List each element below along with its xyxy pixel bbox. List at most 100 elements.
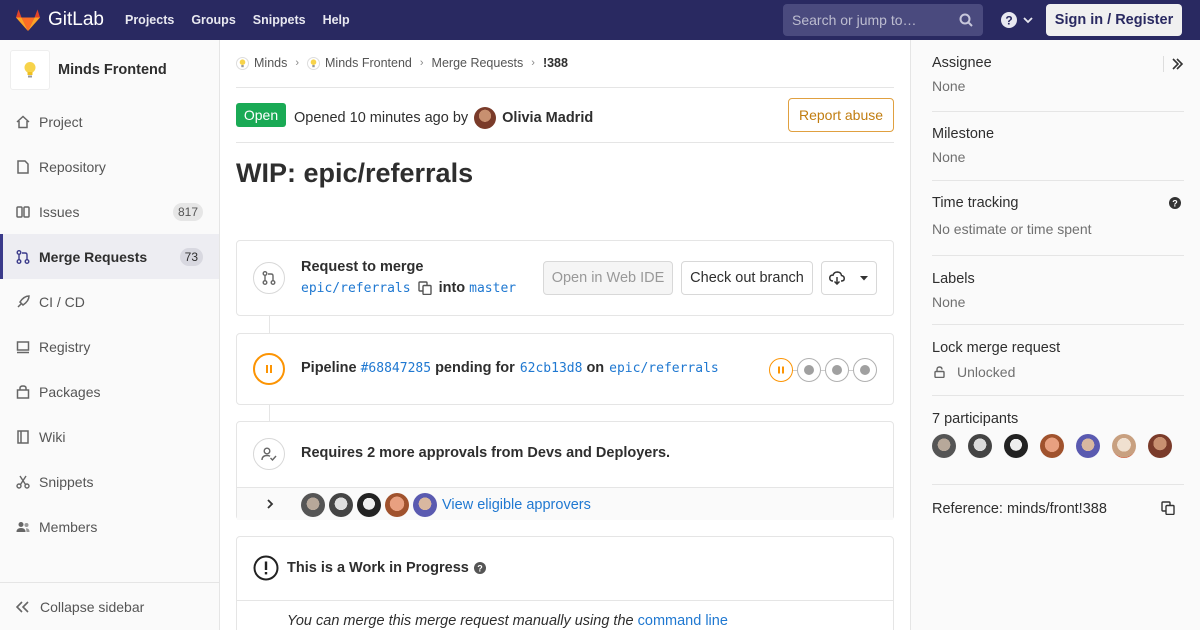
participants-block: 7 participants: [932, 411, 1184, 427]
sidebar-item-snippets[interactable]: Snippets: [0, 459, 219, 504]
source-branch-link[interactable]: epic/referrals: [301, 281, 411, 296]
chevron-right-icon[interactable]: [265, 499, 275, 509]
sidebar-item-label: Packages: [39, 383, 101, 400]
sidebar-item-ci-cd[interactable]: CI / CD: [0, 279, 219, 324]
sidebar-item-packages[interactable]: Packages: [0, 369, 219, 414]
sidebar-item-repository[interactable]: Repository: [0, 144, 219, 189]
branch-info: epic/referrals into master: [301, 280, 516, 296]
collapse-sidebar-label: Collapse sidebar: [40, 598, 145, 615]
sidebar-item-registry[interactable]: Registry: [0, 324, 219, 369]
target-branch-link[interactable]: master: [469, 281, 516, 296]
breadcrumb-merge-requests[interactable]: Merge Requests: [432, 56, 524, 70]
users-icon: [16, 520, 30, 534]
question-icon[interactable]: ?: [473, 562, 486, 574]
into-label: into: [438, 280, 466, 296]
participant-avatar[interactable]: [1040, 434, 1064, 458]
approver-avatar[interactable]: [385, 493, 409, 517]
question-icon[interactable]: ?: [1169, 197, 1181, 209]
project-name: Minds Frontend: [58, 62, 167, 78]
pipeline-stage-pending[interactable]: [769, 358, 793, 382]
svg-text:?: ?: [1172, 199, 1178, 209]
author-avatar[interactable]: [474, 107, 497, 129]
lightbulb-icon: [24, 62, 36, 78]
report-abuse-button[interactable]: Report abuse: [788, 98, 894, 132]
author-name[interactable]: Olivia Madrid: [502, 110, 593, 126]
divider: [932, 484, 1184, 485]
sidebar-item-label: Issues: [39, 203, 80, 220]
assignee-value: None: [932, 78, 966, 94]
breadcrumb-project[interactable]: Minds Frontend: [325, 56, 412, 70]
sign-in-button[interactable]: Sign in / Register: [1046, 4, 1182, 36]
search-input[interactable]: Search or jump to…: [783, 4, 983, 36]
sidebar-item-merge-requests[interactable]: Merge Requests 73: [0, 234, 219, 279]
connector-line: [269, 316, 270, 333]
breadcrumb-current[interactable]: !388: [543, 56, 568, 70]
sidebar-item-label: Wiki: [39, 428, 66, 445]
milestone-block: Milestone None: [932, 126, 1184, 165]
stage-dot: [860, 365, 870, 375]
search-placeholder: Search or jump to…: [792, 12, 917, 28]
open-web-ide-button[interactable]: Open in Web IDE: [543, 261, 673, 295]
participant-avatar[interactable]: [1004, 434, 1028, 458]
double-chevron-right-icon[interactable]: [1172, 58, 1184, 70]
pending-status-icon[interactable]: [253, 353, 285, 385]
participant-avatar[interactable]: [1148, 434, 1172, 458]
nav-help[interactable]: Help: [323, 13, 350, 27]
approver-avatar[interactable]: [301, 493, 325, 517]
nav-projects[interactable]: Projects: [125, 13, 174, 27]
gitlab-logo[interactable]: GitLab: [16, 9, 104, 31]
pipeline-id-link[interactable]: #68847285: [361, 361, 431, 376]
commit-link[interactable]: 62cb13d8: [520, 361, 583, 376]
approvals-widget: Requires 2 more approvals from Devs and …: [236, 421, 894, 520]
copy-icon[interactable]: [1161, 501, 1175, 515]
sidebar-item-project[interactable]: Project: [0, 99, 219, 144]
pipeline-status-text: pending for: [435, 360, 515, 376]
command-line-link[interactable]: command line: [638, 613, 728, 629]
wip-help-text: You can merge this merge request manuall…: [287, 613, 634, 629]
issues-icon: [16, 205, 30, 219]
sidebar-item-label: Snippets: [39, 473, 94, 490]
merge-icon: [16, 249, 30, 264]
sidebar-item-label: Members: [39, 518, 98, 535]
pipeline-branch-link[interactable]: epic/referrals: [609, 361, 719, 376]
participant-avatar[interactable]: [1076, 434, 1100, 458]
participant-avatar[interactable]: [932, 434, 956, 458]
nav-snippets[interactable]: Snippets: [253, 13, 306, 27]
scissors-icon: [16, 475, 30, 489]
pipeline-stage-created[interactable]: [797, 358, 821, 382]
sidebar-item-issues[interactable]: Issues 817: [0, 189, 219, 234]
checkout-branch-button[interactable]: Check out branch: [681, 261, 813, 295]
approver-avatar[interactable]: [413, 493, 437, 517]
approver-avatar[interactable]: [357, 493, 381, 517]
help-dropdown[interactable]: ?: [1001, 12, 1034, 28]
participant-avatar[interactable]: [1112, 434, 1136, 458]
sidebar-item-members[interactable]: Members: [0, 504, 219, 549]
project-header[interactable]: Minds Frontend: [0, 40, 219, 100]
copy-icon[interactable]: [417, 281, 432, 295]
caret-down-icon: [860, 276, 868, 281]
sidebar-item-wiki[interactable]: Wiki: [0, 414, 219, 459]
sidebar-item-label: Registry: [39, 338, 91, 355]
time-tracking-label: Time tracking: [932, 195, 1019, 211]
wip-widget: This is a Work in Progress ? You can mer…: [236, 536, 894, 630]
pipeline-stage-created[interactable]: [825, 358, 849, 382]
download-dropdown-button[interactable]: [821, 261, 877, 295]
merge-icon: [262, 271, 276, 285]
status-badge: Open: [236, 103, 286, 127]
breadcrumb-group[interactable]: Minds: [254, 56, 287, 70]
view-eligible-approvers-link[interactable]: View eligible approvers: [442, 497, 591, 513]
divider: [1163, 56, 1164, 72]
issues-count-badge: 817: [172, 202, 203, 221]
right-sidebar: Assignee None Milestone None Time tracki…: [910, 40, 1200, 630]
participant-avatar[interactable]: [968, 434, 992, 458]
divider: [932, 324, 1184, 325]
approver-avatar[interactable]: [329, 493, 353, 517]
pipeline-stage-created[interactable]: [853, 358, 877, 382]
divider: [932, 180, 1184, 181]
search-icon: [959, 13, 973, 27]
merge-requests-count-badge: 73: [179, 247, 203, 266]
stage-dot: [832, 365, 842, 375]
nav-groups[interactable]: Groups: [191, 13, 235, 27]
collapse-sidebar-button[interactable]: Collapse sidebar: [0, 582, 219, 630]
lock-open-icon: [934, 366, 945, 378]
